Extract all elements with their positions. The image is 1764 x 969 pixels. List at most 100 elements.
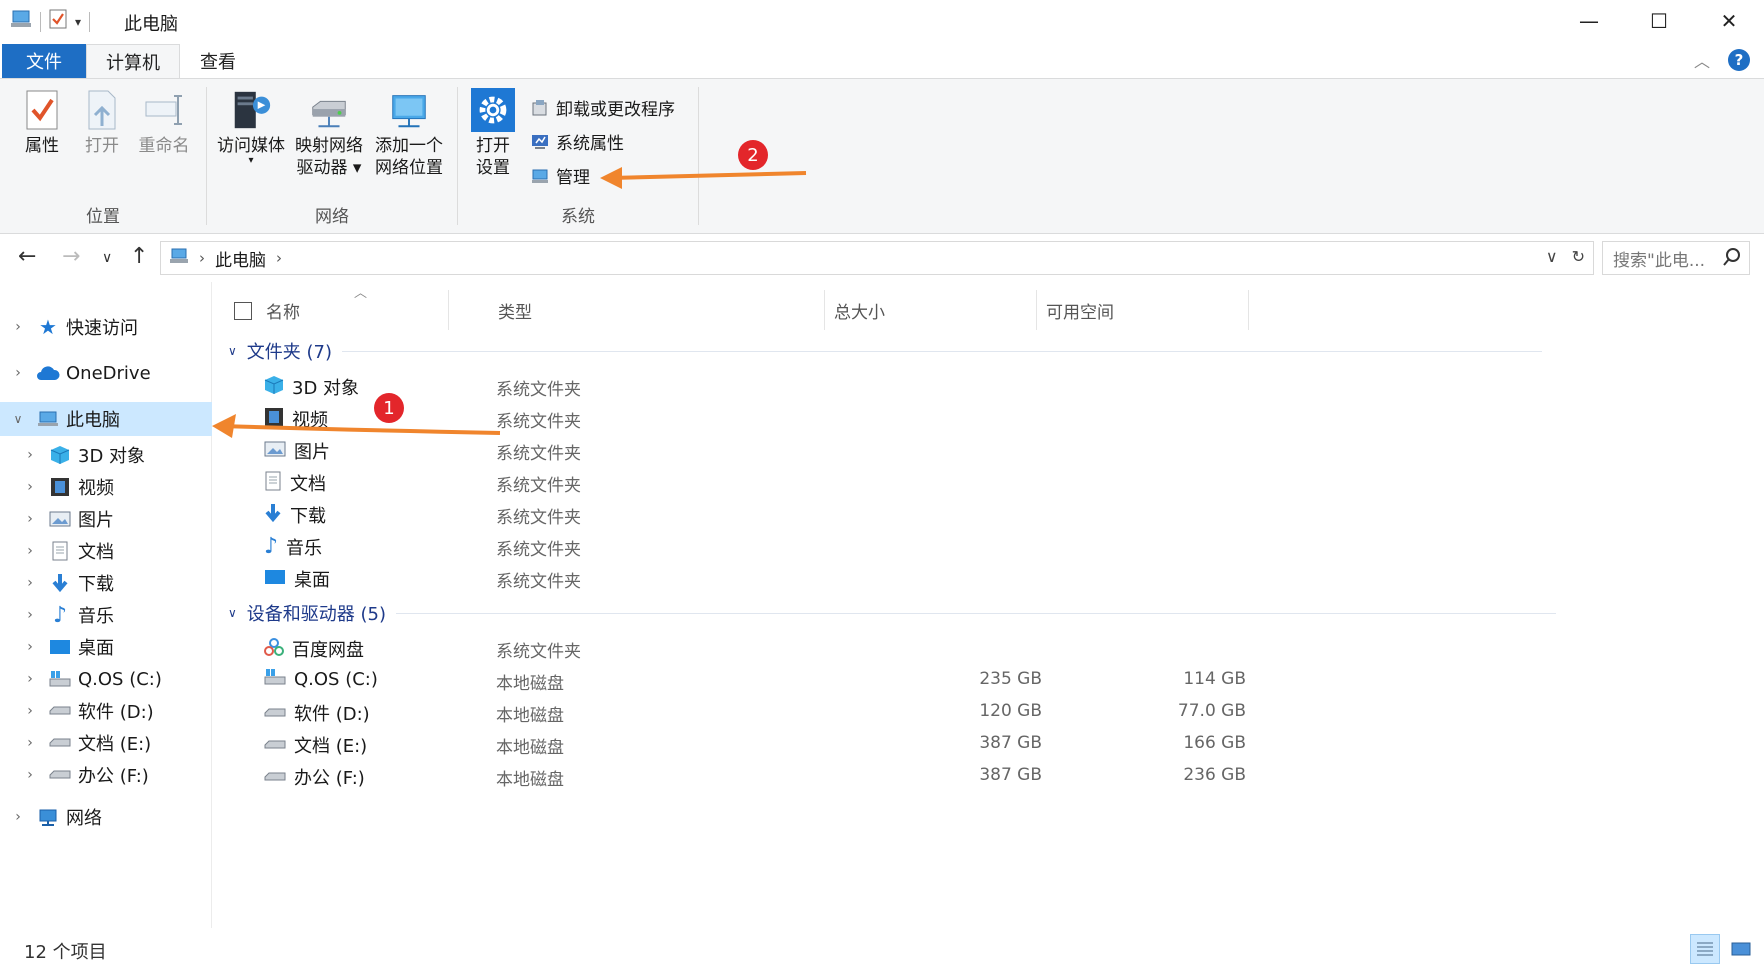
network-location-icon — [387, 87, 431, 133]
star-icon: ★ — [39, 315, 57, 339]
search-input[interactable]: 搜索"此电... — [1602, 241, 1750, 275]
drive-icon — [48, 763, 72, 787]
recent-locations-icon[interactable]: ∨ — [102, 250, 112, 266]
nav-child-downloads[interactable]: › 下载 — [0, 566, 212, 600]
drive-icon — [48, 699, 72, 723]
list-item[interactable]: 视频 系统文件夹 — [214, 402, 1764, 434]
list-item[interactable]: 桌面 系统文件夹 — [214, 562, 1764, 594]
download-icon — [264, 503, 282, 528]
breadcrumb-this-pc[interactable]: 此电脑 — [215, 246, 266, 271]
nav-child-drive-f[interactable]: › 办公 (F:) — [0, 758, 212, 792]
nav-child-drive-e[interactable]: › 文档 (E:) — [0, 726, 212, 760]
title-bar: ▾ 此电脑 — ☐ ✕ — [0, 0, 1764, 42]
computer-icon — [169, 247, 189, 270]
refresh-icon[interactable]: ↻ — [1572, 247, 1585, 266]
nav-network[interactable]: › 网络 — [0, 800, 212, 834]
list-item[interactable]: 3D 对象 系统文件夹 — [214, 370, 1764, 402]
nav-child-music[interactable]: › ♪ 音乐 — [0, 598, 212, 632]
open-settings-button[interactable]: 打开 设置 — [468, 87, 518, 179]
computer-management-icon — [530, 166, 550, 186]
breadcrumb-chevron-icon[interactable]: › — [276, 249, 282, 267]
open-button[interactable]: 打开 — [78, 87, 126, 157]
nav-child-drive-d[interactable]: › 软件 (D:) — [0, 694, 212, 728]
annotation-badge-1: 1 — [374, 393, 404, 423]
picture-icon — [264, 441, 286, 462]
manage-button[interactable]: 管理 — [530, 163, 590, 188]
breadcrumb-chevron-icon[interactable]: › — [199, 249, 205, 267]
close-button[interactable]: ✕ — [1694, 0, 1764, 42]
tab-computer[interactable]: 计算机 — [86, 44, 180, 78]
tab-file[interactable]: 文件 — [2, 44, 86, 78]
help-icon[interactable]: ? — [1728, 49, 1750, 71]
drive-icon — [264, 767, 286, 788]
content-pane: ︿ 名称 类型 总大小 可用空间 ∨ 文件夹 (7) 3D 对象 系统文件夹 视… — [214, 282, 1764, 928]
nav-quick-access[interactable]: › ★ 快速访问 — [0, 310, 212, 344]
column-header-free-space[interactable]: 可用空间 — [1038, 290, 1248, 330]
minimize-button[interactable]: — — [1554, 0, 1624, 42]
nav-child-pictures[interactable]: › 图片 — [0, 502, 212, 536]
nav-onedrive[interactable]: › OneDrive — [0, 356, 212, 390]
group-header-folders[interactable]: ∨ 文件夹 (7) — [228, 338, 1543, 364]
column-header-total-size[interactable]: 总大小 — [826, 290, 1036, 330]
nav-child-drive-c[interactable]: › Q.OS (C:) — [0, 662, 212, 696]
cube-icon — [264, 375, 284, 400]
list-item[interactable]: 软件 (D:) 本地磁盘 120 GB 77.0 GB — [214, 696, 1764, 728]
group-location: 属性 打开 重命名 位置 — [0, 79, 206, 235]
tab-view[interactable]: 查看 — [182, 44, 254, 78]
column-header-type[interactable]: 类型 — [490, 290, 786, 330]
group-network: 访问媒体 ▾ 映射网络 驱动器 ▾ 添加一个 网络位置 网络 — [207, 79, 457, 235]
column-header-name[interactable]: 名称 — [258, 290, 448, 330]
group-label-system: 系统 — [561, 207, 595, 227]
list-item[interactable]: Q.OS (C:) 本地磁盘 235 GB 114 GB — [214, 664, 1764, 696]
forward-arrow-icon[interactable]: → — [62, 244, 80, 269]
list-item[interactable]: 下载 系统文件夹 — [214, 498, 1764, 530]
nav-child-documents[interactable]: › 文档 — [0, 534, 212, 568]
select-all-checkbox[interactable] — [234, 302, 252, 320]
list-item[interactable]: 百度网盘 系统文件夹 — [214, 632, 1764, 664]
uninstall-programs-button[interactable]: 卸载或更改程序 — [530, 95, 675, 120]
list-item[interactable]: 办公 (F:) 本地磁盘 387 GB 236 GB — [214, 760, 1764, 792]
system-properties-button[interactable]: 系统属性 — [530, 129, 624, 154]
qat-dropdown-icon[interactable]: ▾ — [75, 15, 81, 29]
nav-child-desktop[interactable]: › 桌面 — [0, 630, 212, 664]
download-icon — [48, 571, 72, 595]
item-count: 12 个项目 — [24, 942, 107, 963]
document-icon — [264, 471, 282, 496]
maximize-button[interactable]: ☐ — [1624, 0, 1694, 42]
nav-child-videos[interactable]: › 视频 — [0, 470, 212, 504]
status-bar: 12 个项目 — [0, 928, 1764, 969]
search-icon — [1723, 247, 1741, 272]
collapse-chevron-icon[interactable]: ∨ — [228, 344, 237, 358]
list-item[interactable]: 图片 系统文件夹 — [214, 434, 1764, 466]
back-arrow-icon[interactable]: ← — [18, 244, 36, 269]
properties-check-icon[interactable] — [49, 9, 67, 34]
rename-button[interactable]: 重命名 — [134, 87, 194, 157]
access-media-button[interactable]: 访问媒体 ▾ — [213, 87, 289, 166]
nav-this-pc[interactable]: ∨ 此电脑 — [0, 402, 212, 436]
computer-icon[interactable] — [10, 9, 32, 34]
group-header-devices[interactable]: ∨ 设备和驱动器 (5) — [228, 600, 1557, 626]
add-network-location-button[interactable]: 添加一个 网络位置 — [369, 87, 449, 179]
expand-chevron-icon[interactable]: › — [8, 319, 28, 335]
list-item[interactable]: ♪ 音乐 系统文件夹 — [214, 530, 1764, 562]
collapse-ribbon-icon[interactable]: ︿ — [1694, 48, 1710, 72]
address-row: ← → ∨ ↑ › 此电脑 › ∨ ↻ 搜索"此电... — [0, 234, 1764, 282]
windows-drive-icon — [264, 668, 286, 691]
address-bar[interactable]: › 此电脑 › ∨ ↻ — [160, 241, 1594, 275]
address-dropdown-icon[interactable]: ∨ — [1546, 247, 1558, 266]
up-arrow-icon[interactable]: ↑ — [130, 244, 148, 269]
expand-chevron-icon[interactable]: › — [8, 365, 28, 381]
large-icons-view-icon[interactable] — [1726, 934, 1756, 964]
expand-chevron-icon[interactable]: › — [8, 809, 28, 825]
collapse-chevron-icon[interactable]: ∨ — [8, 412, 28, 426]
collapse-chevron-icon[interactable]: ∨ — [228, 606, 237, 620]
details-view-icon[interactable] — [1690, 934, 1720, 964]
computer-icon — [36, 407, 60, 431]
list-item[interactable]: 文档 系统文件夹 — [214, 466, 1764, 498]
baidu-netdisk-icon — [264, 637, 284, 662]
map-network-drive-button[interactable]: 映射网络 驱动器 ▾ — [291, 87, 367, 179]
list-item[interactable]: 文档 (E:) 本地磁盘 387 GB 166 GB — [214, 728, 1764, 760]
properties-button[interactable]: 属性 — [16, 87, 68, 157]
nav-child-3d-objects[interactable]: › 3D 对象 — [0, 438, 212, 472]
quick-access-toolbar: ▾ — [10, 9, 91, 34]
